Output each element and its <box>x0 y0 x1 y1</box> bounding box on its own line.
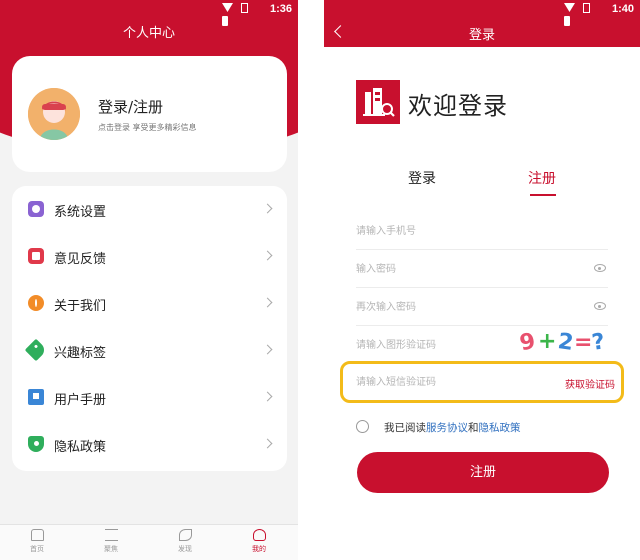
feather-icon <box>178 529 192 541</box>
agreement-row: 我已阅读服务协议和隐私政策 <box>356 418 616 436</box>
menu-item-settings[interactable]: 系统设置 <box>12 186 287 233</box>
chevron-right-icon <box>262 344 273 355</box>
welcome-heading: 欢迎登录 <box>408 92 508 120</box>
captcha-char: + <box>538 329 557 354</box>
eye-icon[interactable] <box>594 302 606 310</box>
confirm-password-input[interactable] <box>356 296 556 318</box>
shield-icon <box>28 436 44 452</box>
status-time: 1:40 <box>611 3 634 15</box>
sms-code-highlight: 获取验证码 <box>340 361 624 403</box>
wifi-icon <box>222 3 233 12</box>
page-title: 登录 <box>468 28 495 43</box>
tab-login[interactable]: 登录 <box>408 168 436 188</box>
get-code-button[interactable]: 获取验证码 <box>565 376 615 391</box>
sim-icon <box>240 3 248 13</box>
captcha-char: 9 <box>517 328 538 357</box>
sms-code-input[interactable] <box>356 371 556 393</box>
chevron-right-icon <box>262 203 273 214</box>
menu-item-about[interactable]: 关于我们 <box>12 280 287 327</box>
tab-mine[interactable]: 我的 <box>222 529 296 560</box>
captcha-field: 9 + 2 = ? <box>356 326 608 364</box>
status-bar: 1:40 <box>324 0 640 26</box>
feedback-icon <box>28 248 44 264</box>
tab-label: 首页 <box>30 545 44 553</box>
sim-icon <box>582 3 590 13</box>
building-search-icon <box>356 80 400 124</box>
menu-item-privacy[interactable]: 隐私政策 <box>12 421 287 468</box>
profile-card[interactable]: 登录/注册 点击登录 享受更多精彩信息 <box>12 56 287 172</box>
privacy-link[interactable]: 隐私政策 <box>479 422 521 434</box>
tab-label: 发现 <box>178 545 192 553</box>
agreement-text: 我已阅读服务协议和隐私政策 <box>384 420 521 435</box>
captcha-char: ? <box>590 329 607 356</box>
tab-discover[interactable]: 发现 <box>148 529 222 560</box>
profile-screen: 1:36 个人中心 登录/注册 点击登录 享受更多精彩信息 系统设置 意见反馈 <box>0 0 298 560</box>
tag-icon <box>24 338 48 362</box>
chevron-right-icon <box>262 250 273 261</box>
login-register-label[interactable]: 登录/注册 <box>98 96 163 117</box>
captcha-char: = <box>574 330 593 355</box>
confirm-password-field <box>356 288 608 326</box>
tab-focus[interactable]: 聚焦 <box>74 529 148 560</box>
register-screen: 1:40 登录 欢迎登录 登录 注册 9 + 2 = <box>324 0 640 560</box>
menu-item-tags[interactable]: 兴趣标签 <box>12 327 287 374</box>
phone-input[interactable] <box>356 220 556 242</box>
menu-item-label: 系统设置 <box>54 205 107 220</box>
avatar-icon <box>28 88 80 140</box>
info-icon <box>28 295 44 311</box>
chevron-right-icon <box>262 391 273 402</box>
menu-item-feedback[interactable]: 意见反馈 <box>12 233 287 280</box>
captcha-char: 2 <box>556 329 575 356</box>
phone-field <box>356 212 608 250</box>
agreement-prefix: 我已阅读 <box>384 422 426 434</box>
chevron-right-icon <box>262 297 273 308</box>
status-bar: 1:36 <box>0 0 298 26</box>
manual-icon <box>28 389 44 405</box>
user-icon <box>252 529 266 541</box>
register-button[interactable]: 注册 <box>357 452 609 493</box>
menu-item-label: 关于我们 <box>54 299 107 314</box>
bottom-tab-bar: 首页 聚焦 发现 我的 <box>0 524 298 560</box>
home-icon <box>30 529 44 541</box>
status-time: 1:36 <box>269 3 292 15</box>
wifi-icon <box>564 3 575 12</box>
tab-label: 我的 <box>252 545 266 553</box>
menu-item-label: 意见反馈 <box>54 252 107 267</box>
tab-label: 聚焦 <box>104 545 118 553</box>
menu-item-label: 用户手册 <box>54 393 107 408</box>
chevron-right-icon <box>262 438 273 449</box>
captcha-image[interactable]: 9 + 2 = ? <box>517 328 608 357</box>
password-input[interactable] <box>356 258 556 280</box>
active-tab-indicator <box>530 194 556 196</box>
tab-register[interactable]: 注册 <box>528 168 556 188</box>
tab-home[interactable]: 首页 <box>0 529 74 560</box>
settings-icon <box>28 201 44 217</box>
menu-item-label: 隐私政策 <box>54 440 107 455</box>
terms-link[interactable]: 服务协议 <box>426 422 468 434</box>
page-title: 个人中心 <box>122 26 175 41</box>
menu-list: 系统设置 意见反馈 关于我们 兴趣标签 用户手册 隐私政策 <box>12 186 287 471</box>
app-logo <box>356 80 400 124</box>
password-field <box>356 250 608 288</box>
agree-checkbox[interactable] <box>356 420 369 433</box>
menu-item-label: 兴趣标签 <box>54 346 107 361</box>
profile-subtitle: 点击登录 享受更多精彩信息 <box>98 123 197 132</box>
list-icon <box>104 529 118 541</box>
avatar[interactable] <box>28 88 80 140</box>
eye-icon[interactable] <box>594 264 606 272</box>
menu-item-manual[interactable]: 用户手册 <box>12 374 287 421</box>
agreement-and: 和 <box>468 422 479 434</box>
